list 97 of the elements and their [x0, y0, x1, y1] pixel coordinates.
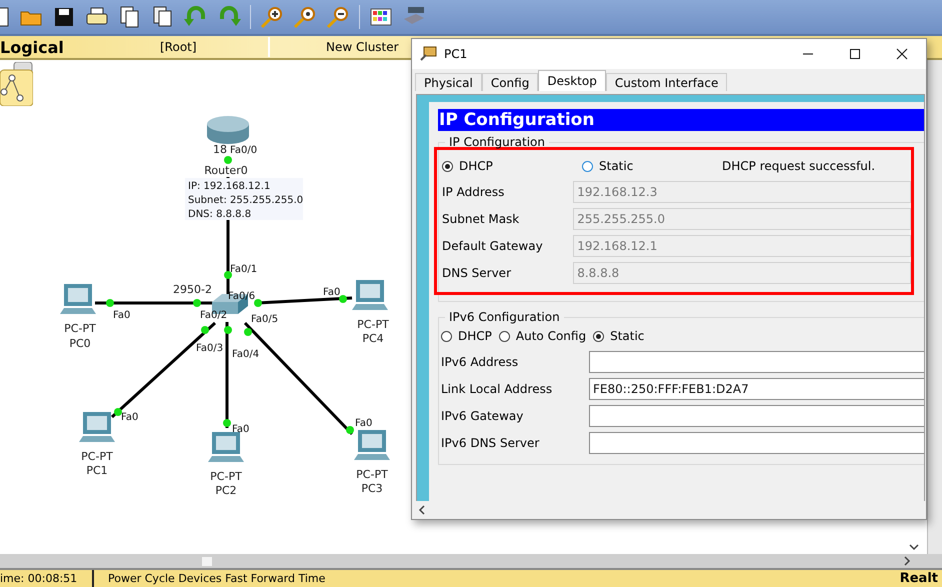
input-field[interactable]: [589, 404, 924, 426]
zoom-in-icon[interactable]: [260, 5, 284, 29]
device-model-label: PC-PT: [64, 322, 96, 335]
port-label: Fa0/0: [230, 145, 258, 156]
device-name-label: PC3: [361, 482, 383, 495]
time-label: ime: 00:08:51: [0, 572, 78, 585]
radio-label[interactable]: DHCP: [458, 329, 492, 343]
router-icon[interactable]: [207, 116, 249, 144]
radio-label[interactable]: Static: [599, 159, 634, 173]
realtime-mode-tab[interactable]: Realt: [900, 571, 938, 586]
maximize-icon[interactable]: [849, 48, 861, 60]
zoom-out-icon[interactable]: [326, 5, 350, 29]
radio-button[interactable]: [441, 330, 452, 342]
status-message: DHCP request successful.: [722, 159, 876, 173]
router-info-text: DNS: 8.8.8.8: [188, 209, 252, 220]
port-dot: [254, 299, 262, 307]
scroll-down-icon[interactable]: [909, 543, 919, 551]
radio-option[interactable]: Auto Config: [498, 329, 586, 343]
radio-button[interactable]: [498, 330, 510, 342]
input-field[interactable]: [589, 350, 924, 372]
radio-button[interactable]: [593, 330, 604, 342]
port-label: Fa0: [323, 287, 340, 298]
port-dot: [244, 328, 252, 336]
port-label: Fa0/4: [232, 349, 260, 360]
app-title: IP Configuration: [438, 109, 924, 131]
radio-option[interactable]: Static: [593, 329, 644, 343]
port-dot: [346, 426, 354, 434]
logical-view-icon[interactable]: [0, 62, 33, 106]
scrollbar-thumb[interactable]: [202, 557, 212, 566]
close-icon[interactable]: [896, 48, 908, 60]
radio-label[interactable]: Auto Config: [516, 329, 586, 343]
port-dot: [224, 271, 232, 279]
device-model-label: PC-PT: [356, 468, 388, 481]
field-label: Default Gateway: [442, 238, 544, 252]
tab[interactable]: Desktop: [538, 70, 606, 91]
device-model-label: PC-PT: [81, 450, 113, 463]
input-field[interactable]: [589, 432, 924, 454]
power-cycle-fast-forward-label[interactable]: Power Cycle Devices Fast Forward Time: [108, 572, 900, 585]
scroll-left-icon[interactable]: [418, 505, 426, 515]
radio-option[interactable]: DHCP: [442, 159, 582, 173]
device-name-label: PC2: [215, 484, 237, 497]
device-name-label: PC0: [69, 337, 91, 350]
device-name-label: PC4: [362, 332, 384, 345]
port-label: Fa0/2: [200, 310, 228, 321]
radio-button[interactable]: [442, 160, 453, 172]
field-label: IPv6 Gateway: [441, 408, 524, 422]
tab[interactable]: Config: [482, 73, 538, 91]
port-dot: [193, 299, 201, 307]
device-model-label: 18: [213, 143, 227, 156]
port-label: Fa0: [113, 310, 130, 321]
root-path-label[interactable]: [Root]: [160, 40, 268, 54]
horizontal-scrollbar[interactable]: [0, 554, 942, 570]
device-name-label: PC1: [86, 464, 108, 477]
router-info-text: Subnet: 255.255.255.0: [188, 195, 304, 206]
radio-option[interactable]: Static: [582, 159, 722, 173]
device-model-label: 2950-2: [173, 283, 212, 296]
new-cluster-button[interactable]: New Cluster: [326, 40, 399, 54]
router-info-text: IP: 192.168.12.1: [188, 181, 270, 192]
field-label: IPv6 Address: [441, 354, 520, 368]
port-label: Fa0/5: [251, 314, 278, 325]
window-title: PC1: [444, 47, 468, 61]
port-dot: [223, 419, 231, 427]
port-dot: [224, 156, 232, 164]
radio-button[interactable]: [582, 160, 593, 172]
radio-option[interactable]: DHCP: [441, 329, 492, 343]
field-label: Subnet Mask: [442, 212, 520, 226]
port-label: Fa0/6: [228, 291, 256, 302]
field-label: Link Local Address: [441, 382, 554, 396]
port-dot: [339, 295, 347, 303]
zoom-reset-icon[interactable]: [293, 5, 317, 29]
radio-label[interactable]: DHCP: [459, 159, 493, 173]
port-label: Fa0: [232, 424, 250, 435]
section-legend: IP Configuration: [445, 135, 549, 149]
device-model-label: PC-PT: [210, 470, 242, 483]
tab[interactable]: Custom Interface: [606, 73, 728, 91]
field-label: IP Address: [442, 184, 506, 198]
port-dot: [201, 326, 209, 334]
port-dot: [224, 326, 232, 334]
port-label: Fa0/3: [196, 343, 224, 354]
tab[interactable]: Physical: [415, 73, 482, 91]
scroll-right-icon[interactable]: [903, 556, 911, 566]
logical-view-label[interactable]: Logical: [0, 38, 160, 56]
vertical-scrollbar[interactable]: [927, 60, 942, 554]
input-field[interactable]: FE80::250:FFF:FEB1:D2A7: [589, 378, 924, 400]
port-label: Fa0: [121, 412, 138, 423]
port-label: Fa0: [355, 418, 372, 429]
port-dot: [114, 408, 122, 416]
field-label: IPv6 DNS Server: [441, 436, 540, 450]
section-legend: IPv6 Configuration: [445, 310, 564, 324]
document-icon[interactable]: [0, 5, 10, 29]
port-label: Fa0/1: [230, 264, 258, 275]
device-model-label: PC-PT: [357, 318, 389, 331]
port-dot: [106, 299, 114, 307]
field-label: DNS Server: [442, 266, 512, 280]
radio-label[interactable]: Static: [610, 329, 644, 343]
save-icon[interactable]: [52, 5, 76, 29]
device-name-label: Router0: [204, 164, 248, 177]
